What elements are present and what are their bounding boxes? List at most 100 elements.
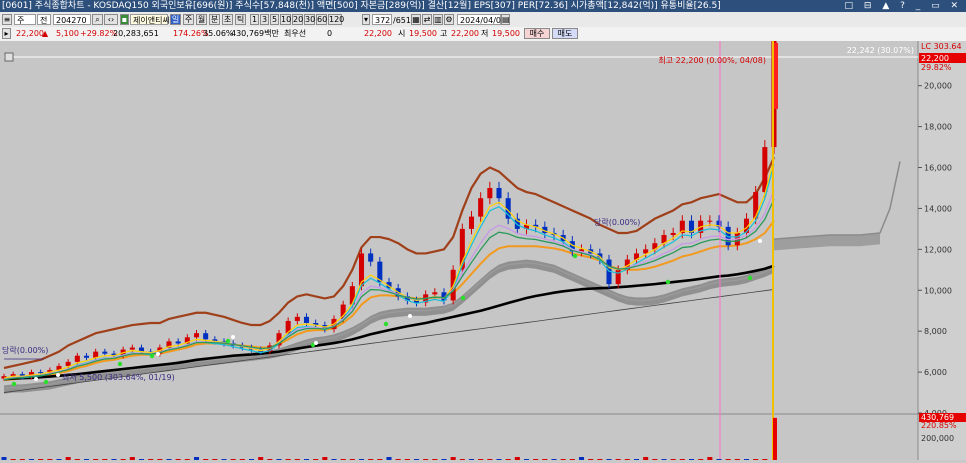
candle-body: [65, 361, 71, 366]
prev-next-icon[interactable]: ‹›: [104, 14, 118, 25]
candle-body: [468, 216, 475, 229]
candle-body: [203, 333, 209, 340]
buy-signal-dot: [117, 361, 123, 367]
candle-body: [102, 351, 108, 354]
sell-signal-dot: [314, 341, 318, 345]
sell-signal-dot: [156, 352, 160, 356]
candle-body: [753, 192, 759, 219]
high-label: 고: [440, 29, 448, 38]
minute-button-1[interactable]: 3: [260, 14, 269, 25]
sell-signal-dot: [34, 377, 38, 381]
chart-area[interactable]: 20,000 18,000 16,000 14,000 12,000 10,000 8,00…: [0, 31, 966, 460]
period-button-5[interactable]: 틱: [235, 14, 246, 25]
y-tick-label: 14,000: [924, 204, 952, 213]
quote-ratio2: 35.06%: [203, 29, 234, 38]
candle-body: [74, 355, 80, 362]
axis-top-label: LC 303.64: [921, 42, 962, 51]
buy-signal-dot: [225, 338, 231, 344]
chart-type-icon[interactable]: ▥: [433, 14, 443, 25]
minute-button-3[interactable]: 10: [280, 14, 291, 25]
up-arrow-icon: ▲: [42, 29, 49, 38]
minute-button-6[interactable]: 60: [316, 14, 327, 25]
low-marker-label: 최저 5,500 (303.64%, 01/19): [62, 372, 175, 382]
date-field[interactable]: 2024/04/08: [457, 14, 506, 25]
y-tick-label: 12,000: [924, 245, 952, 254]
y-tick-label: 6,000: [924, 368, 947, 377]
window-controls[interactable]: □ ⊟ ▲ ? _ ▭ ✕: [845, 0, 962, 12]
period-button-0[interactable]: 일: [170, 14, 181, 25]
buy-button[interactable]: 매수: [524, 28, 550, 39]
minute-button-5[interactable]: 30: [304, 14, 315, 25]
axis-price-label: 22,200: [921, 54, 949, 63]
candle-body: [670, 232, 676, 236]
candle-body: [129, 347, 135, 350]
expand-icon[interactable]: ▸: [2, 28, 11, 39]
quote-volume: 20,283,651: [113, 29, 159, 38]
favorite-icon[interactable]: ▪: [120, 14, 129, 25]
buy-signal-dot: [665, 279, 671, 285]
chart-background: [0, 41, 966, 460]
candle-body: [432, 292, 438, 295]
period-button-3[interactable]: 분: [209, 14, 220, 25]
buy-signal-dot: [383, 321, 389, 327]
volume-tick-label: 200,000: [921, 434, 954, 443]
minute-button-7[interactable]: 120: [328, 14, 344, 25]
sell-signal-dot: [758, 239, 762, 243]
buy-signal-dot: [43, 379, 49, 385]
period-button-2[interactable]: 월: [196, 14, 207, 25]
low-label: 저: [481, 29, 489, 38]
candle-body: [83, 355, 90, 358]
y-tick-label: 10,000: [924, 286, 952, 295]
buy-signal-dot: [747, 275, 753, 281]
search-icon[interactable]: ⌕: [92, 14, 103, 25]
candle-body: [496, 187, 502, 199]
candle-body: [294, 316, 300, 321]
minute-button-2[interactable]: 5: [270, 14, 279, 25]
settings-icon[interactable]: ⚙: [444, 14, 454, 25]
price-chart-svg[interactable]: 20,000 18,000 16,000 14,000 12,000 10,000 8,00…: [0, 31, 966, 460]
quote-low: 19,500: [492, 29, 520, 38]
quote-bar: ▸ 22,200 ▲ 5,100 +29.82% 20,283,651 174.…: [0, 27, 966, 42]
quote-current: 22,200: [364, 29, 392, 38]
sell-signal-dot: [408, 314, 412, 318]
compare-icon[interactable]: ⇄: [422, 14, 432, 25]
y-tick-label: 16,000: [924, 164, 952, 173]
quote-change-pct: +29.82%: [80, 29, 118, 38]
calendar-icon[interactable]: ▤: [501, 14, 510, 25]
count-field[interactable]: 372: [372, 14, 392, 25]
minute-button-0[interactable]: 1: [250, 14, 259, 25]
window-titlebar: [0601] 주식종합차트 - KOSDAQ150 외국인보유[696(원)] …: [0, 0, 966, 12]
y-tick-label: 18,000: [924, 123, 952, 132]
candle-body: [193, 333, 200, 338]
buy-signal-dot: [572, 253, 578, 259]
menu-icon[interactable]: ≡: [2, 14, 12, 25]
volume-bar-last: [773, 417, 777, 460]
quote-price: 22,200: [16, 29, 44, 38]
candle-body: [459, 228, 465, 270]
quote-trade-value: 430,769백만: [231, 29, 279, 38]
volume-pct-label: 220.85%: [921, 421, 957, 430]
market-select[interactable]: 전: [37, 14, 51, 25]
pref-value: 0: [327, 29, 333, 38]
count-total: /651: [393, 16, 411, 25]
candle-body: [478, 198, 484, 217]
candle-body: [487, 187, 493, 199]
code-input[interactable]: 204270: [53, 14, 91, 25]
count-down-icon[interactable]: ▾: [362, 14, 370, 25]
pref-label: 최우선: [284, 29, 307, 38]
sell-signal-dot: [231, 335, 235, 339]
high-marker-label: 최고 22,200 (0.00%, 04/08): [658, 55, 766, 65]
period-button-1[interactable]: 주: [183, 14, 194, 25]
top-right-value-label: 22,242 (30.07%): [847, 46, 914, 55]
quote-change: 5,100: [56, 29, 79, 38]
grid-icon[interactable]: ▦: [411, 14, 421, 25]
minute-button-4[interactable]: 20: [292, 14, 303, 25]
candle-body: [303, 316, 310, 323]
sell-button[interactable]: 매도: [552, 28, 578, 39]
period-select[interactable]: 주: [14, 14, 36, 25]
pane-toggle-icon: [4, 52, 14, 62]
period-button-4[interactable]: 초: [222, 14, 233, 25]
quote-high: 22,200: [451, 29, 479, 38]
buy-signal-dot: [460, 295, 466, 301]
axis-price-pct-label: 29.82%: [921, 63, 952, 72]
